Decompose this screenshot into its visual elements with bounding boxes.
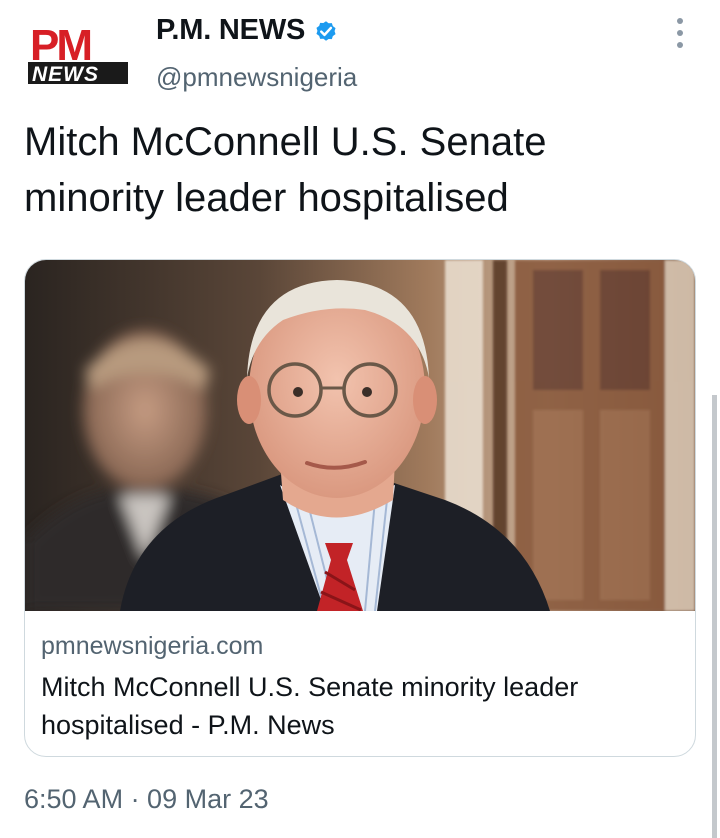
more-dot (677, 42, 683, 48)
user-handle[interactable]: @pmnewsnigeria (156, 62, 357, 93)
link-preview-card[interactable]: pmnewsnigeria.com Mitch McConnell U.S. S… (24, 259, 696, 757)
card-photo[interactable] (25, 260, 695, 611)
tweet-timestamp[interactable]: 6:50 AM · 09 Mar 23 (24, 784, 269, 815)
logo-text-bottom: NEWS (32, 63, 99, 86)
scrollbar[interactable] (712, 395, 717, 838)
more-options-icon[interactable] (668, 18, 692, 48)
verified-badge-icon (316, 20, 336, 41)
display-name[interactable]: P.M. NEWS (156, 14, 305, 47)
author-name-row[interactable]: P.M. NEWS (156, 14, 339, 47)
more-dot (677, 18, 683, 24)
card-domain: pmnewsnigeria.com (41, 632, 264, 660)
more-dot (677, 30, 683, 36)
avatar[interactable]: PM NEWS (28, 22, 132, 88)
card-title[interactable]: Mitch McConnell U.S. Senate minority lea… (41, 668, 681, 744)
pm-news-logo: PM NEWS (28, 22, 128, 86)
tweet-text: Mitch McConnell U.S. Senate minority lea… (24, 120, 547, 220)
